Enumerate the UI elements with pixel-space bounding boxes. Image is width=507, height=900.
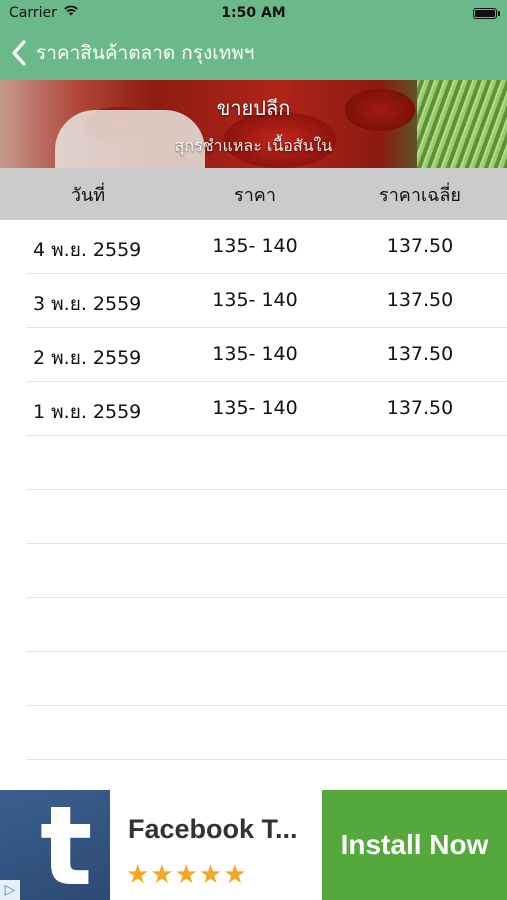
header-date: วันที่ — [70, 184, 106, 206]
row-divider — [26, 705, 507, 706]
table-row[interactable]: 2 พ.ย. 2559 135- 140 137.50 — [0, 328, 507, 382]
row-divider — [26, 759, 507, 760]
logo-letter: t — [40, 790, 93, 900]
row-price: 135- 140 — [212, 397, 298, 419]
row-average: 137.50 — [386, 289, 454, 311]
table-row[interactable]: 4 พ.ย. 2559 135- 140 137.50 — [0, 220, 507, 274]
row-date: 1 พ.ย. 2559 — [33, 401, 142, 423]
status-time: 1:50 AM — [221, 5, 286, 21]
table-row[interactable]: 1 พ.ย. 2559 135- 140 137.50 — [0, 382, 507, 436]
status-bar: Carrier 1:50 AM — [0, 0, 507, 28]
install-now-button[interactable]: Install Now — [322, 790, 507, 900]
adchoices-icon[interactable]: ▷ — [0, 880, 20, 900]
row-price: 135- 140 — [212, 343, 298, 365]
row-date: 3 พ.ย. 2559 — [33, 293, 142, 315]
header-price: ราคา — [234, 184, 276, 206]
row-divider — [26, 543, 507, 544]
row-price: 135- 140 — [212, 235, 298, 257]
back-button[interactable]: ราคาสินค้าตลาด กรุงเทพฯ — [10, 36, 254, 70]
price-table: 4 พ.ย. 2559 135- 140 137.50 3 พ.ย. 2559 … — [0, 220, 507, 790]
row-divider — [26, 435, 507, 436]
banner-title: ขายปลีก — [216, 96, 291, 120]
navigation-bar: ราคาสินค้าตลาด กรุงเทพฯ — [0, 28, 507, 80]
row-divider — [26, 597, 507, 598]
row-date: 4 พ.ย. 2559 — [33, 239, 142, 261]
banner-image: ขายปลีก สุกรชำแหละ เนื้อสันใน — [0, 80, 507, 168]
app-logo[interactable]: t ▷ — [0, 790, 110, 900]
top-bar: Carrier 1:50 AM ราคาสินค้าตลาด กรุงเทพฯ — [0, 0, 507, 80]
row-average: 137.50 — [386, 235, 454, 257]
back-title: ราคาสินค้าตลาด กรุงเทพฯ — [36, 42, 255, 64]
ad-app-name: Facebook T... — [128, 814, 298, 844]
chevron-left-icon — [12, 40, 26, 66]
banner-subtitle: สุกรชำแหละ เนื้อสันใน — [174, 136, 333, 155]
row-average: 137.50 — [386, 343, 454, 365]
table-header: วันที่ ราคา ราคาเฉลี่ย — [0, 168, 507, 220]
row-divider — [26, 651, 507, 652]
ad-banner[interactable]: t ▷ Facebook T... ★★★★★ Install Now — [0, 790, 507, 900]
row-date: 2 พ.ย. 2559 — [33, 347, 142, 369]
row-average: 137.50 — [386, 397, 454, 419]
row-price: 135- 140 — [212, 289, 298, 311]
battery-icon — [473, 8, 500, 19]
table-row[interactable]: 3 พ.ย. 2559 135- 140 137.50 — [0, 274, 507, 328]
header-average: ราคาเฉลี่ย — [379, 184, 461, 206]
rating-stars: ★★★★★ — [126, 860, 248, 890]
row-divider — [26, 489, 507, 490]
